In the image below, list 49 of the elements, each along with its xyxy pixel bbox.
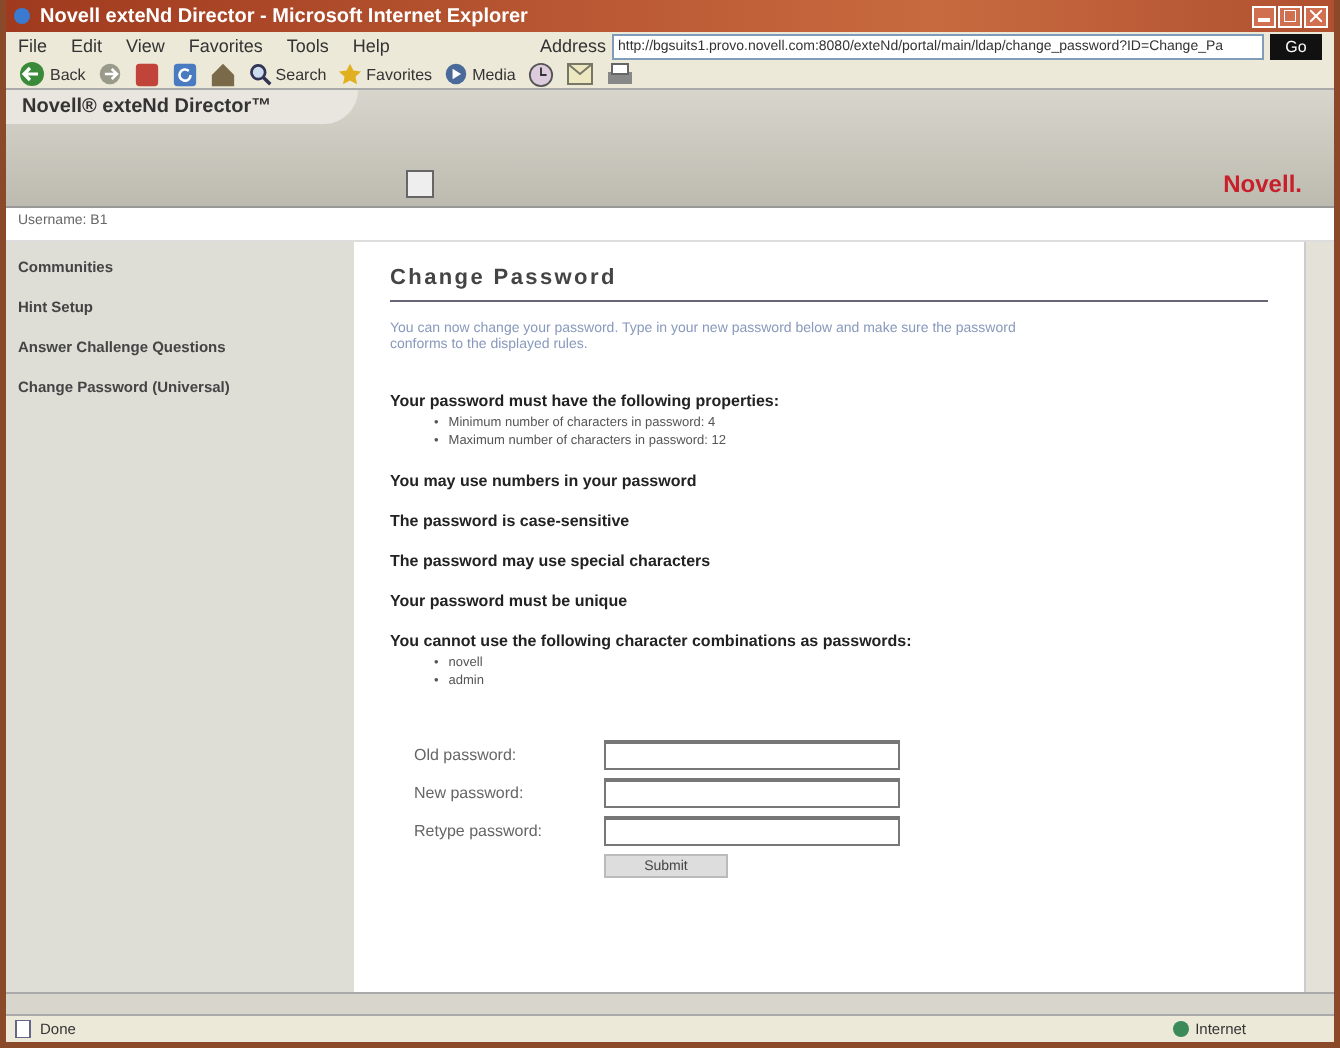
menu-item[interactable]: File	[18, 36, 48, 56]
menu-item[interactable]: Help	[352, 36, 390, 56]
toolbar-button[interactable]: Search	[247, 62, 327, 86]
maximize-button[interactable]	[1278, 5, 1302, 27]
minimize-button[interactable]	[1252, 5, 1276, 27]
menu-item[interactable]: Favorites	[188, 36, 263, 56]
back-arrow-icon[interactable]	[18, 60, 46, 88]
menu-item[interactable]: Tools	[286, 36, 329, 56]
field-label: Old password:	[414, 746, 519, 765]
page-heading: Change Password	[390, 266, 1268, 302]
media-icon	[444, 62, 469, 86]
star-icon	[338, 62, 363, 86]
toolbar-button[interactable]: Favorites	[338, 62, 433, 86]
search-icon	[247, 62, 272, 86]
page-icon	[14, 1020, 32, 1038]
field-label: New password:	[414, 784, 526, 803]
go-button[interactable]: Go	[1270, 33, 1322, 59]
brand-logo: Novell.	[1223, 170, 1302, 198]
close-button[interactable]	[1304, 5, 1328, 27]
close-icon	[1310, 10, 1322, 22]
stop-icon[interactable]	[133, 61, 160, 87]
toolbar-button[interactable]: Back	[18, 60, 86, 88]
printer-icon[interactable]	[605, 61, 634, 87]
rule-text: Your password must be unique	[390, 591, 630, 610]
rule-text: You cannot use the following character combinations as passwords:	[390, 631, 914, 650]
menu-item[interactable]: Edit	[71, 36, 103, 56]
rule-text: Your password must have the following properties:	[390, 391, 782, 410]
globe-icon	[1171, 1020, 1190, 1038]
address-label: Address	[539, 36, 606, 56]
maximize-icon	[1284, 10, 1296, 22]
rule-text: The password is case-sensitive	[390, 511, 632, 530]
clock-icon[interactable]	[527, 61, 554, 87]
toolbar-button[interactable]: Media	[444, 62, 516, 86]
vertical-scrollbar[interactable]	[1304, 242, 1334, 992]
horizontal-scrollbar[interactable]	[6, 992, 1334, 1014]
field-label: Retype password:	[414, 822, 545, 841]
password-field[interactable]	[604, 816, 900, 847]
password-field[interactable]	[604, 778, 900, 809]
rule-text: The password may use special characters	[390, 551, 713, 570]
menu-item[interactable]: View	[126, 36, 165, 56]
product-name: Novell® exteNd Director™	[6, 90, 358, 124]
browser-icon	[12, 6, 32, 26]
password-field[interactable]	[604, 740, 900, 771]
refresh-icon[interactable]	[171, 61, 198, 87]
rule-text: You may use numbers in your password	[390, 471, 699, 490]
tool-icon[interactable]	[406, 170, 434, 198]
forward-arrow-icon[interactable]	[97, 62, 122, 86]
window-title: Novell exteNd Director - Microsoft Internet Explorer	[40, 5, 530, 27]
mail-icon[interactable]	[565, 62, 594, 86]
